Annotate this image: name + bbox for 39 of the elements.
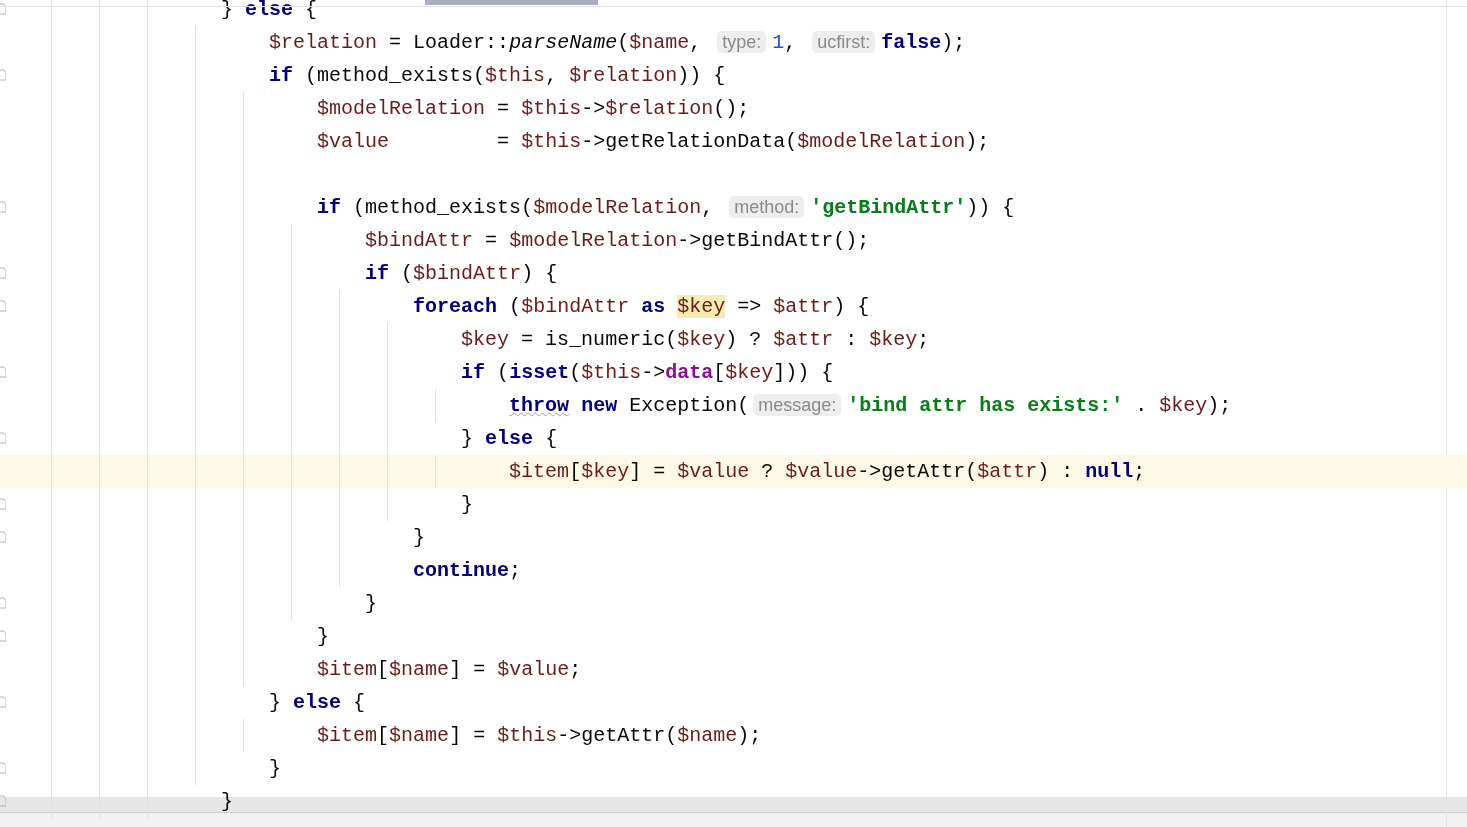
code-line: if (isset($this->data[$key])) { <box>461 360 834 386</box>
code-line: } <box>365 591 378 617</box>
code-line: } <box>221 789 234 815</box>
code-line: } <box>413 525 426 551</box>
code-line: $bindAttr = $modelRelation->getBindAttr(); <box>365 228 870 254</box>
code-line: $item[$name] = $this->getAttr($name); <box>317 723 762 749</box>
code-line: if (method_exists($modelRelation, method: 'getBindAttr')) { <box>317 195 1015 221</box>
fold-icon[interactable] <box>0 597 6 609</box>
code-editor[interactable] <box>0 0 1467 827</box>
scrollbar-thumb[interactable] <box>425 0 598 5</box>
fold-icon[interactable] <box>0 366 6 378</box>
fold-icon[interactable] <box>0 267 6 279</box>
fold-icon[interactable] <box>0 201 6 213</box>
code-line: } <box>269 756 282 782</box>
fold-icon[interactable] <box>0 795 6 807</box>
fold-icon[interactable] <box>0 432 6 444</box>
code-line: throw new Exception( message: 'bind attr has exists:' . $key); <box>509 393 1232 419</box>
code-line: $key = is_numeric($key) ? $attr : $key; <box>461 327 930 353</box>
code-line: $modelRelation = $this->$relation(); <box>317 96 750 122</box>
code-line: if (method_exists($this, $relation)) { <box>269 63 726 89</box>
code-line: continue; <box>413 558 522 584</box>
code-line: } <box>461 492 474 518</box>
fold-icon[interactable] <box>0 300 6 312</box>
code-line: $item[$key] = $value ? $value->getAttr($attr) : null; <box>509 459 1146 485</box>
fold-icon[interactable] <box>0 762 6 774</box>
code-line: if ($bindAttr) { <box>365 261 558 287</box>
fold-icon[interactable] <box>0 531 6 543</box>
code-line: } else { <box>461 426 558 452</box>
fold-icon[interactable] <box>0 696 6 708</box>
code-line: $relation = Loader::parseName($name, type: 1, ucfirst: false); <box>269 30 966 56</box>
code-line: } else { <box>269 690 366 716</box>
fold-icon[interactable] <box>0 630 6 642</box>
code-line: $item[$name] = $value; <box>317 657 582 683</box>
code-line: } <box>317 624 330 650</box>
fold-icon[interactable] <box>0 69 6 81</box>
fold-icon[interactable] <box>0 3 6 15</box>
fold-icon[interactable] <box>0 498 6 510</box>
code-line: foreach ($bindAttr as $key => $attr) { <box>413 294 870 320</box>
code-line: $value = $this->getRelationData($modelRelation); <box>317 129 990 155</box>
